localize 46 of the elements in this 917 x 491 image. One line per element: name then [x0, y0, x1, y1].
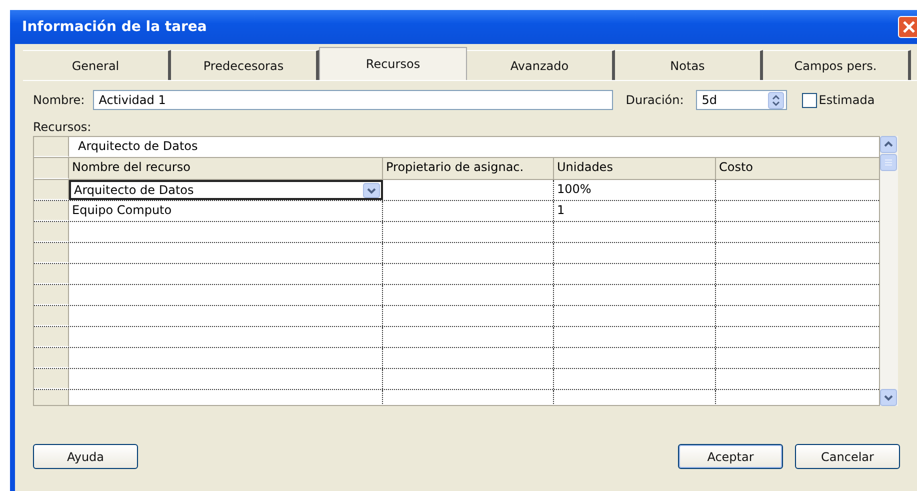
- row-header[interactable]: [34, 201, 69, 221]
- row-header[interactable]: [34, 222, 69, 242]
- dialog-button[interactable]: Aceptar: [678, 444, 783, 469]
- tab[interactable]: Recursos: [319, 47, 467, 80]
- table-cell: 100%: [554, 180, 716, 200]
- tab[interactable]: Avanzado: [467, 50, 615, 80]
- column-header[interactable]: Unidades: [554, 158, 716, 179]
- table-cell: 1: [554, 201, 716, 221]
- column-header[interactable]: Propietario de asignac.: [383, 158, 554, 179]
- tab[interactable]: General: [23, 50, 171, 80]
- window-title: Información de la tarea: [22, 19, 208, 35]
- row-header[interactable]: [34, 306, 69, 326]
- tab[interactable]: Predecesoras: [171, 50, 319, 80]
- spinner-icon[interactable]: [768, 92, 784, 109]
- table-cell: Equipo Computo: [69, 201, 383, 221]
- name-field[interactable]: Actividad 1: [92, 90, 613, 110]
- row-header[interactable]: [34, 180, 69, 200]
- tab[interactable]: Campos pers.: [763, 50, 911, 80]
- scroll-thumb[interactable]: [880, 154, 897, 171]
- row-header[interactable]: [34, 327, 69, 347]
- row-header[interactable]: [34, 264, 69, 284]
- duration-field[interactable]: 5d: [696, 90, 787, 110]
- row-header[interactable]: [34, 390, 69, 405]
- row-header[interactable]: [34, 243, 69, 263]
- scrollbar[interactable]: [880, 136, 898, 406]
- section-label: Recursos:: [33, 120, 92, 136]
- field-label: Duración:: [626, 93, 684, 107]
- scroll-up-icon[interactable]: [880, 136, 897, 153]
- entry-field[interactable]: Arquitecto de Datos: [69, 137, 198, 157]
- checkbox-label: Estimada: [818, 93, 875, 107]
- row-header[interactable]: [34, 348, 69, 368]
- row-header[interactable]: [34, 137, 69, 157]
- dialog-button[interactable]: Ayuda: [33, 444, 138, 469]
- dropdown-field[interactable]: Arquitecto de Datos: [69, 180, 383, 200]
- field-label: Nombre:: [33, 93, 85, 107]
- row-header[interactable]: [34, 285, 69, 305]
- column-header[interactable]: Costo: [716, 158, 879, 179]
- close-icon: [902, 20, 916, 34]
- column-header[interactable]: Nombre del recurso: [69, 158, 383, 179]
- scroll-down-icon[interactable]: [880, 389, 897, 406]
- row-header[interactable]: [34, 369, 69, 389]
- close-button[interactable]: [898, 16, 917, 38]
- estimated-checkbox[interactable]: [802, 92, 817, 108]
- tab[interactable]: Notas: [615, 50, 763, 80]
- dialog-button[interactable]: Cancelar: [795, 444, 900, 469]
- row-header[interactable]: [34, 158, 69, 179]
